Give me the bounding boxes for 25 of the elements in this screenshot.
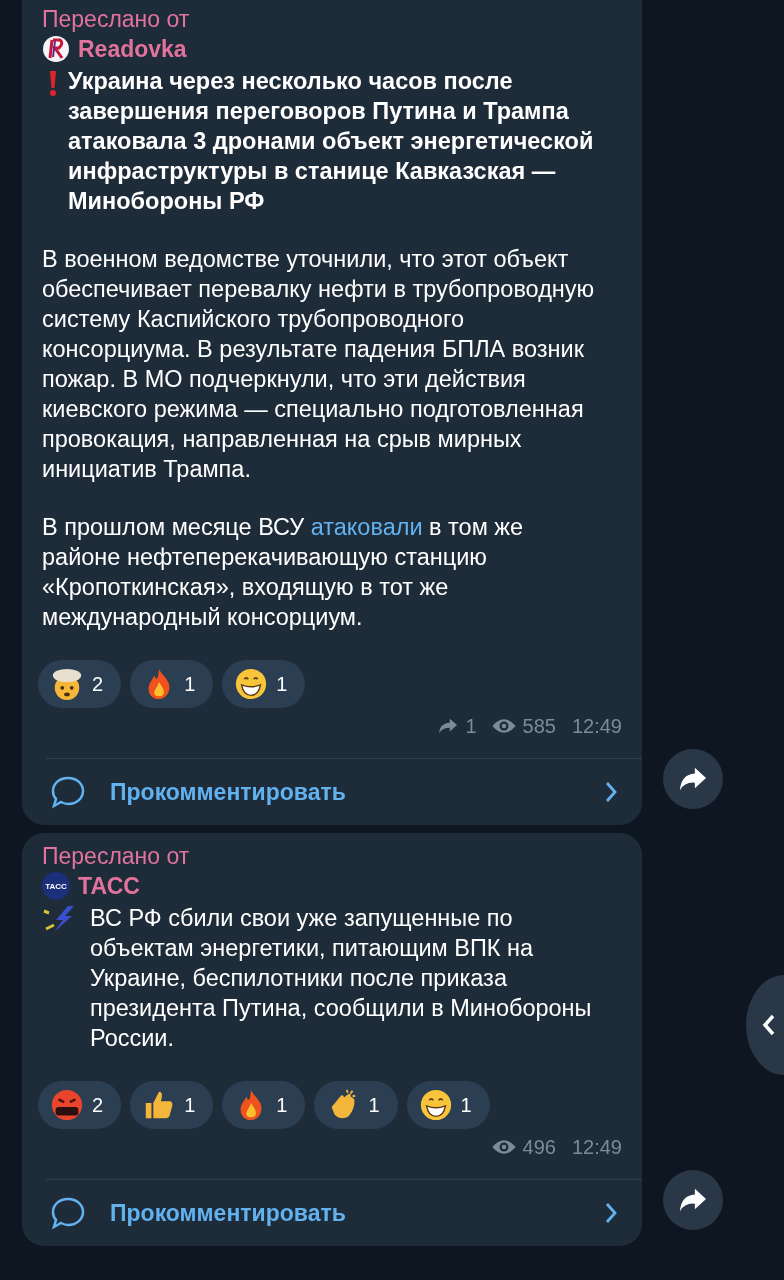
message-text: В прошлом месяце ВСУ атаковали в том же районе нефтеперекачивающую станцию «Кропоткинская», входящую в тот же международный консорциум. <box>42 513 525 632</box>
reaction-chip[interactable]: 1 <box>130 660 214 708</box>
channel-avatar: ТАСС <box>42 872 70 900</box>
comment-button[interactable]: Прокомментировать <box>22 1180 642 1246</box>
reaction-chip[interactable]: 1 <box>222 660 306 708</box>
view-count: 585 <box>522 714 556 738</box>
channel-name[interactable]: ТАСС <box>78 871 140 901</box>
text-link[interactable]: атаковали <box>310 514 423 540</box>
reaction-chip[interactable]: 2 <box>38 660 122 708</box>
comment-button[interactable]: Прокомментировать <box>22 759 642 825</box>
forwarded-label: Переслано от <box>41 842 191 871</box>
message-time: 12:49 <box>571 1135 622 1159</box>
reaction-chip[interactable]: 1 <box>406 1081 490 1129</box>
reaction-chip[interactable]: 1 <box>314 1081 398 1129</box>
message-text: ВС РФ сбили свои уже запущенные по объектам энергетики, питающим ВПК на Украине, беспилотники после приказа президента Путина, сообщили в Минобороны России. <box>90 904 593 1053</box>
reaction-chip[interactable]: 2 <box>38 1081 122 1129</box>
reaction-chip[interactable]: 1 <box>222 1081 306 1129</box>
message-time: 12:49 <box>571 714 622 738</box>
message-text: Украина через несколько часов после завершения переговоров Путина и Трампа атаковала 3 дронами объект энергетической инфраструктуры в станице Кавказская — Минобороны РФ <box>68 67 595 216</box>
forwarded-label: Переслано от <box>41 5 191 34</box>
share-count: 1 <box>465 714 477 738</box>
reaction-chip[interactable]: 1 <box>130 1081 214 1129</box>
channel-name[interactable]: Readovka <box>78 34 187 64</box>
message-text: В военном ведомстве уточнили, что этот объект обеспечивает перевалку нефти в трубопроводную систему Каспийского трубопроводного консорциума. В результате падения БПЛА возник пожар. В МО подчеркнули, что эти действия киевского режима — специально подготовленная провокация, направленная на срыв мирных инициатив Трампа. <box>42 245 596 484</box>
view-count: 496 <box>522 1135 556 1159</box>
